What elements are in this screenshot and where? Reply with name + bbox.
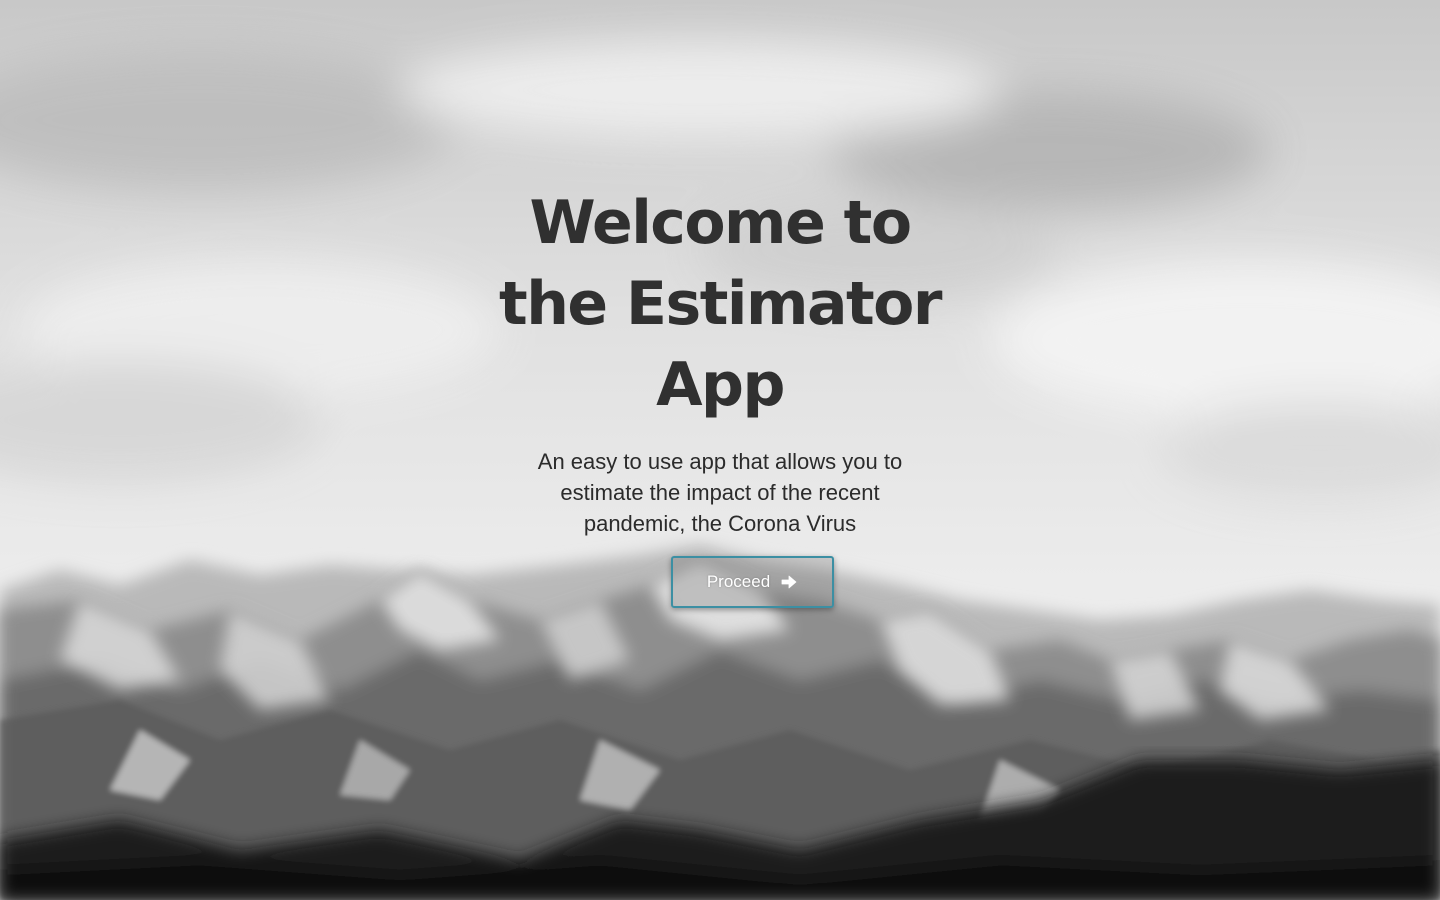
hero-title: Welcome to the Estimator App [470,183,970,426]
hero-subtitle-line: pandemic, the Corona Virus [583,511,857,536]
proceed-button[interactable]: Proceed [671,556,834,608]
hero-subtitle-line: estimate the impact of the recent [560,480,880,505]
hero-title-line: the Estimator [499,269,942,339]
hero-subtitle-line: An easy to use app that allows you to [537,449,903,474]
hero-content: Welcome to the Estimator App An easy to … [470,183,970,539]
proceed-button-label: Proceed [706,572,771,591]
arrow-right-icon [780,573,798,591]
hero-title-line: App [656,350,785,420]
hero-subtitle: An easy to use app that allows you to es… [510,446,930,539]
hero-title-line: Welcome to [529,188,912,258]
